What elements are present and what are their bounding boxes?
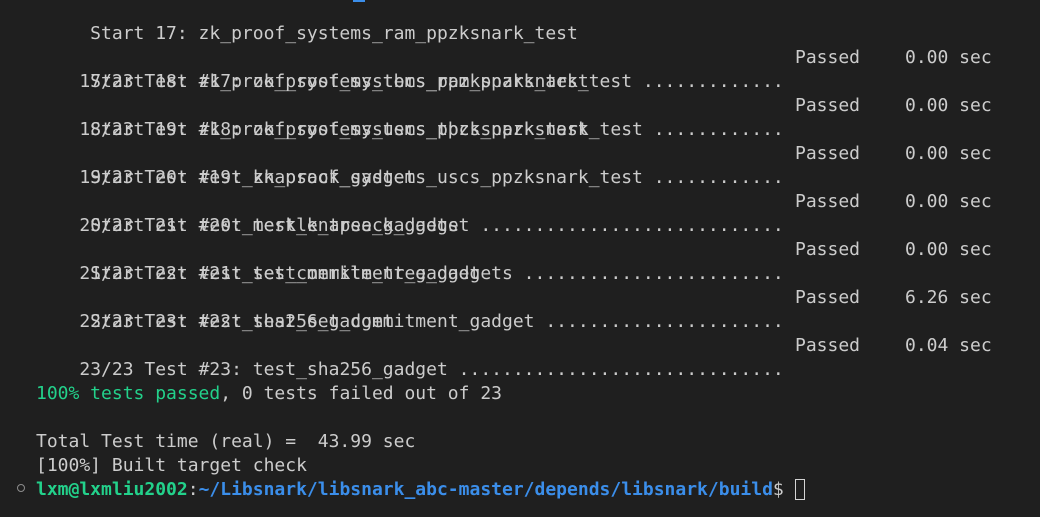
test-time: 0.00 sec — [905, 47, 992, 68]
test-status: Passed — [795, 191, 861, 212]
start-line: Start 18: zk_proof_systems_tbcs_ppzksnar… — [36, 71, 589, 92]
terminal-cursor[interactable] — [794, 479, 805, 500]
test-time: 0.00 sec — [905, 95, 992, 116]
test-status: Passed — [795, 143, 861, 164]
test-time: 0.00 sec — [905, 191, 992, 212]
prompt-symbol: $ — [772, 479, 784, 500]
test-result-line: 17/23 Test #17: zk_proof_systems_ram_ppz… — [36, 46, 1036, 92]
test-result-line: 18/23 Test #18: zk_proof_systems_tbcs_pp… — [36, 94, 1036, 140]
start-line: Start 20: test_knapsack_gadget — [36, 167, 416, 188]
start-line: Start 21: test_merkle_tree_gadgets — [36, 215, 459, 236]
shell-prompt[interactable]: lxm@lxmliu2002:~/Libsnark/libsnark_abc-m… — [36, 478, 805, 502]
test-time: 6.26 sec — [905, 287, 992, 308]
test-status: Passed — [795, 239, 861, 260]
test-status: Passed — [795, 287, 861, 308]
summary-line: 100% tests passed, 0 tests failed out of… — [36, 382, 502, 406]
prompt-colon: : — [187, 479, 199, 500]
start-line: Start 22: test_set_commitment_gadget — [36, 263, 481, 284]
test-result-line: 19/23 Test #19: zk_proof_systems_uscs_pp… — [36, 142, 1036, 188]
start-line: Start 23: test_sha256_gadget — [36, 311, 394, 332]
terminal-output: Start 17: zk_proof_systems_ram_ppzksnark… — [36, 0, 1036, 517]
test-time: 0.00 sec — [905, 143, 992, 164]
test-status: Passed — [795, 335, 861, 356]
build-target-line: [100%] Built target check — [36, 455, 307, 476]
test-time: 0.04 sec — [905, 335, 992, 356]
start-line: Start 17: zk_proof_systems_ram_ppzksnark… — [36, 23, 578, 44]
tests-passed-text: 100% tests passed — [36, 383, 221, 404]
start-line: Start 19: zk_proof_systems_uscs_ppzksnar… — [36, 119, 589, 140]
test-result-line: 22/23 Test #22: test_set_commitment_gadg… — [36, 286, 1036, 332]
prompt-user-host: lxm@lxmliu2002 — [36, 479, 188, 500]
command-status-circle-icon[interactable] — [17, 484, 25, 492]
test-result-line: 21/23 Test #21: test_merkle_tree_gadgets… — [36, 238, 1036, 284]
test-time: 0.00 sec — [905, 239, 992, 260]
tests-failed-text: , 0 tests failed out of 23 — [220, 383, 502, 404]
test-result-line: 20/23 Test #20: test_knapsack_gadget ...… — [36, 190, 1036, 236]
test-status: Passed — [795, 95, 861, 116]
test-status: Passed — [795, 47, 861, 68]
test-result-line: 23/23 Test #23: test_sha256_gadget .....… — [36, 334, 1036, 380]
prompt-path: ~/Libsnark/libsnark_abc-master/depends/l… — [198, 479, 773, 500]
scrolled-link-underline — [353, 0, 365, 2]
test-result-text: 23/23 Test #23: test_sha256_gadget .....… — [79, 359, 784, 380]
total-time-line: Total Test time (real) = 43.99 sec — [36, 431, 416, 452]
